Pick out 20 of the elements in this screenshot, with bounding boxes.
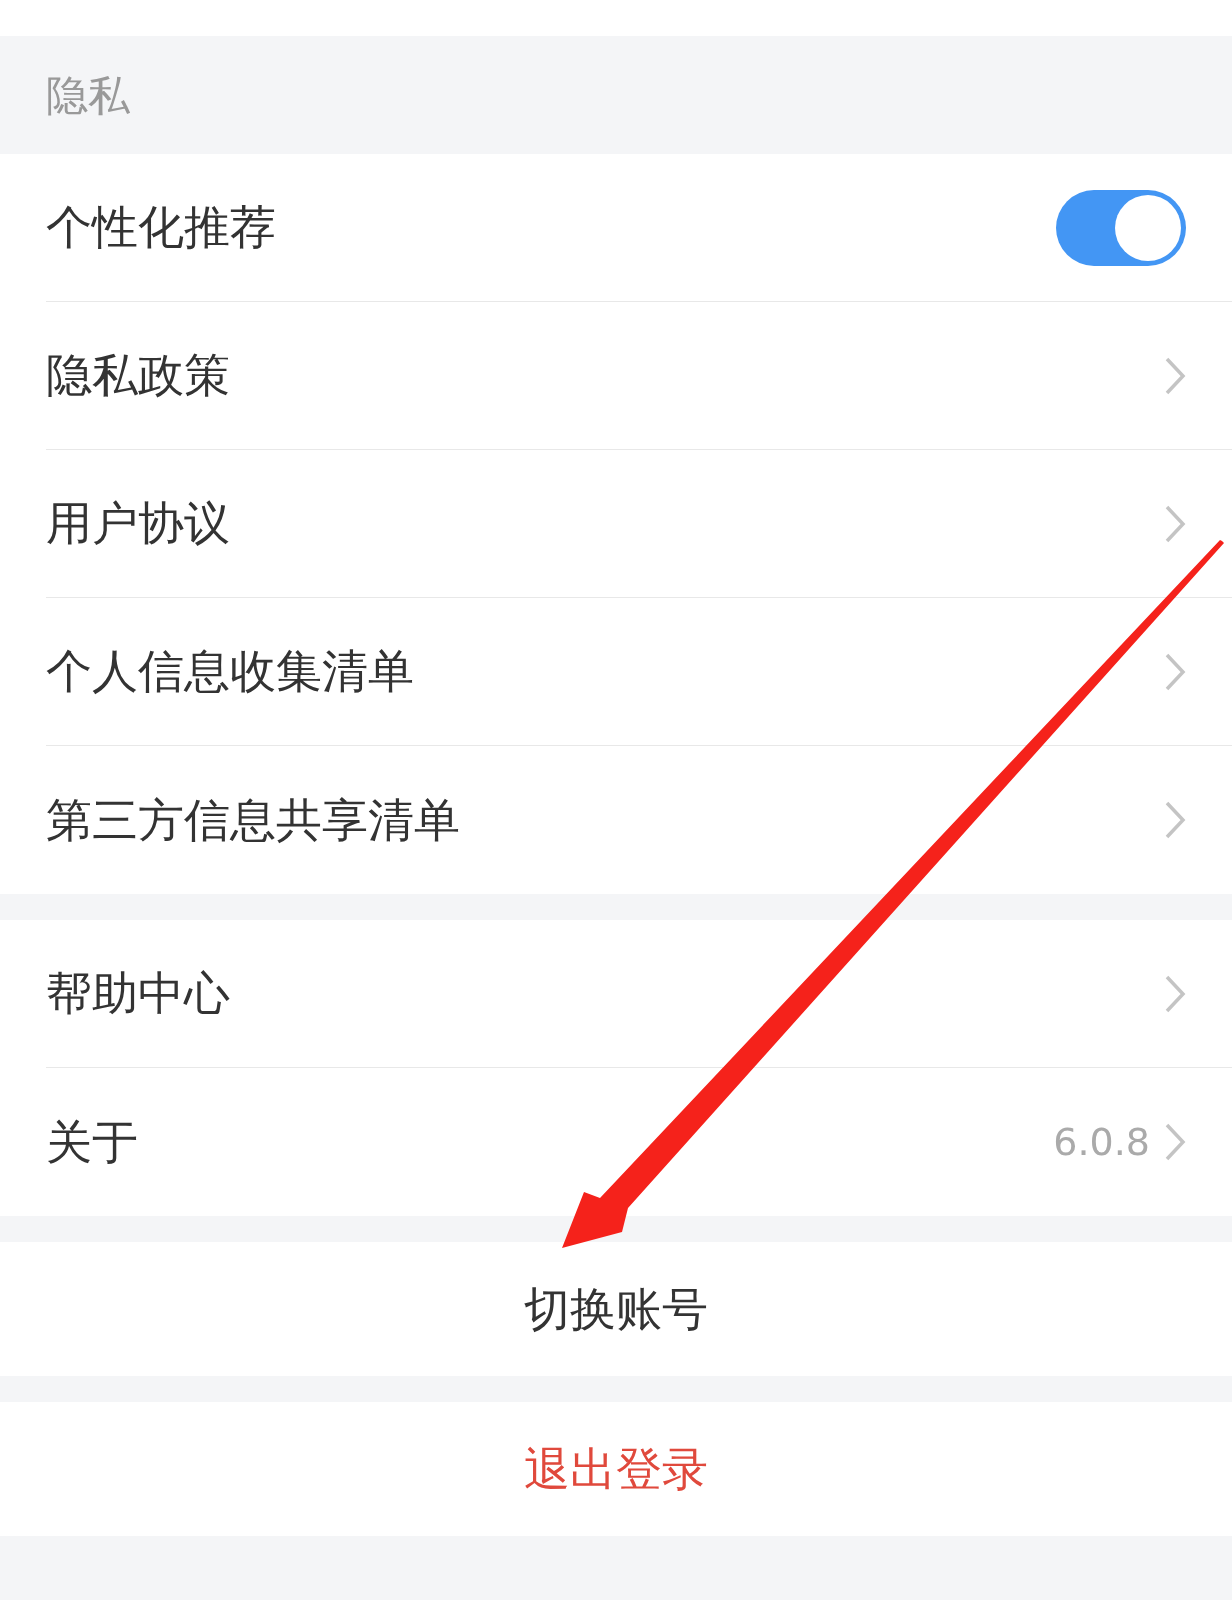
chevron-right-icon — [1164, 503, 1186, 544]
setting-label: 用户协议 — [46, 495, 231, 552]
chevron-right-icon — [1164, 651, 1186, 692]
chevron-right-icon — [1164, 1122, 1186, 1162]
setting-label: 关于 — [46, 1113, 139, 1171]
chevron-right-icon — [1164, 355, 1186, 396]
settings-row[interactable]: 关于 6.0.8 — [46, 1068, 1232, 1216]
switch-account-button[interactable]: 切换账号 — [0, 1242, 1232, 1376]
setting-label: 个人信息收集清单 — [46, 643, 415, 700]
setting-label: 个性化推荐 — [46, 199, 277, 256]
version-text: 6.0.8 — [1053, 1118, 1150, 1166]
setting-label: 帮助中心 — [46, 965, 231, 1022]
chevron-right-icon — [1164, 973, 1186, 1014]
section-header: 隐私 — [46, 69, 130, 122]
chevron-right-icon — [1164, 800, 1186, 840]
logout-button[interactable]: 退出登录 — [0, 1402, 1232, 1536]
settings-row[interactable]: 第三方信息共享清单 — [46, 746, 1232, 894]
setting-label: 第三方信息共享清单 — [46, 791, 461, 849]
setting-label: 隐私政策 — [46, 347, 231, 404]
settings-row[interactable]: 隐私政策 — [46, 302, 1232, 450]
